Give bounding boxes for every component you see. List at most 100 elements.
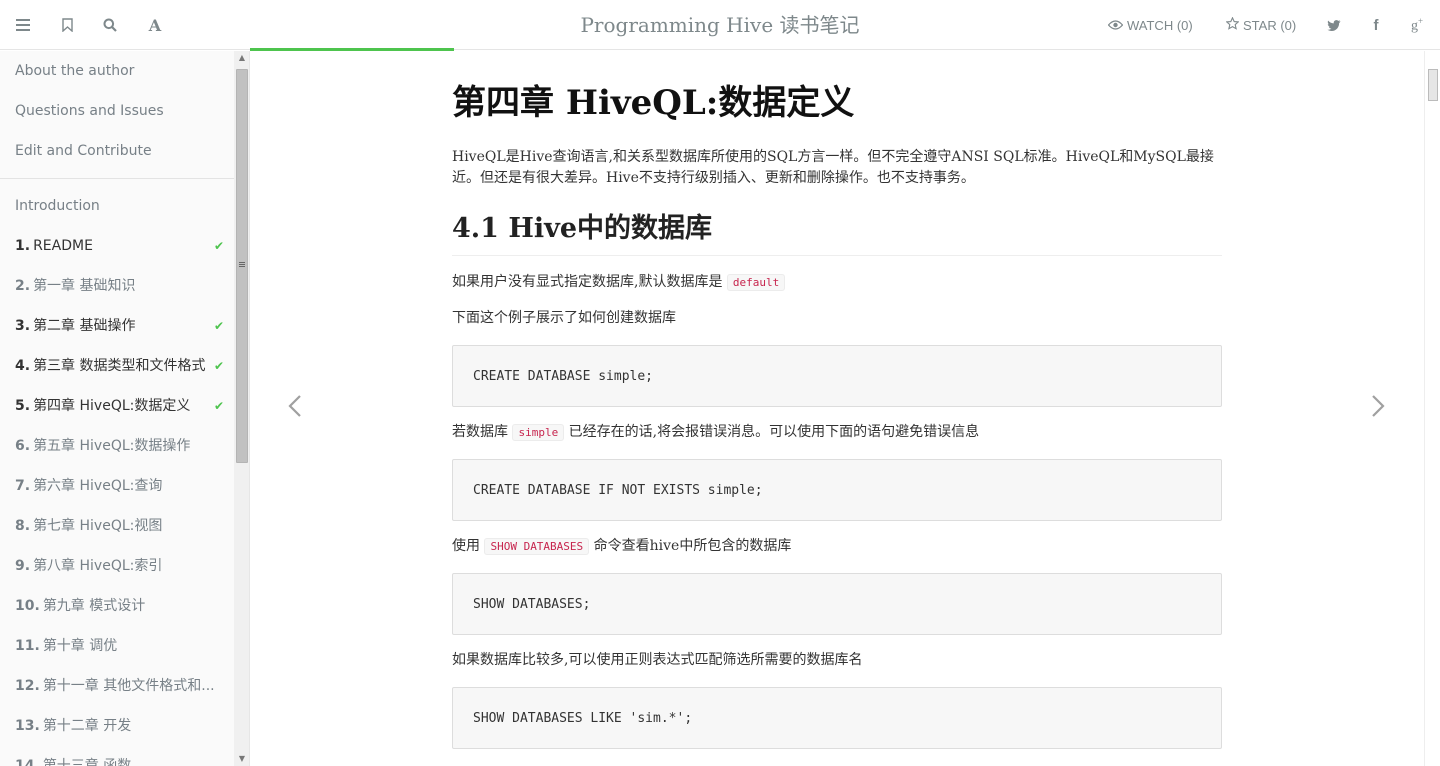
paragraph-text: 命令查看hive中所包含的数据库: [593, 538, 792, 554]
toc-item-label: 第八章 HiveQL:索引: [33, 558, 163, 574]
sidebar-scroll-thumb[interactable]: [236, 69, 248, 463]
toc-item-label: README: [33, 238, 93, 254]
font-settings-button[interactable]: A: [142, 0, 168, 50]
toc-item[interactable]: 14. 第十三章 函数: [0, 746, 234, 766]
inline-code: simple: [512, 424, 565, 441]
toc-item-number: 9.: [15, 558, 31, 574]
about-author-link[interactable]: About the author: [0, 51, 234, 91]
toc-item-number: 10.: [15, 598, 40, 614]
section-heading: 4.1 Hive中的数据库: [452, 209, 1222, 256]
checkmark-icon: ✔: [213, 319, 224, 333]
chapter-title: 第四章 HiveQL:数据定义: [452, 83, 855, 123]
code-block: CREATE DATABASE IF NOT EXISTS simple;: [452, 459, 1222, 521]
toc-item[interactable]: 2. 第一章 基础知识: [0, 266, 234, 306]
toc-item[interactable]: 5. 第四章 HiveQL:数据定义 ✔: [0, 386, 234, 426]
toc-item[interactable]: 11. 第十章 调优: [0, 626, 234, 666]
checkmark-icon: ✔: [213, 239, 224, 253]
toc-item-number: 14.: [15, 758, 40, 766]
toc-item-label: 第五章 HiveQL:数据操作: [33, 438, 191, 454]
toc-item-label: 第十三章 函数: [42, 758, 132, 766]
paragraph-show-databases: 使用 SHOW DATABASES 命令查看hive中所包含的数据库: [452, 536, 1222, 557]
toc-item-number: 2.: [15, 278, 31, 294]
toc-item[interactable]: 7. 第六章 HiveQL:查询: [0, 466, 234, 506]
toc-item-label: 第二章 基础操作: [33, 318, 136, 334]
toc-item-label: 第十一章 其他文件格式和...: [42, 678, 215, 694]
twitter-share-button[interactable]: [1322, 0, 1346, 50]
toc-item[interactable]: 9. 第八章 HiveQL:索引: [0, 546, 234, 586]
top-header: A Programming Hive 读书笔记 WATCH (0) STAR (…: [0, 0, 1440, 50]
paragraph-text: 若数据库: [452, 424, 508, 440]
facebook-share-button[interactable]: f: [1365, 0, 1387, 50]
toc-item[interactable]: 12. 第十一章 其他文件格式和...: [0, 666, 234, 706]
paragraph-text: 如果用户没有显式指定数据库,默认数据库是: [452, 274, 723, 290]
toc-item[interactable]: 3. 第二章 基础操作 ✔: [0, 306, 234, 346]
checkmark-icon: ✔: [213, 399, 224, 413]
toc-item-label: 第十章 调优: [42, 638, 118, 654]
watch-label: WATCH (0): [1127, 17, 1193, 33]
code-block: CREATE DATABASE simple;: [452, 345, 1222, 407]
bookmark-button[interactable]: [54, 0, 80, 50]
toc-item-number: 13.: [15, 718, 40, 734]
toc-item-label: 第一章 基础知识: [33, 278, 136, 294]
scroll-up-arrow[interactable]: ▲: [234, 51, 249, 65]
toc-item-label: 第三章 数据类型和文件格式: [33, 358, 206, 374]
chevron-left-icon: [288, 394, 302, 425]
next-page-button[interactable]: [1363, 391, 1393, 427]
eye-icon: [1107, 18, 1124, 33]
toc-item-number: 8.: [15, 518, 31, 534]
questions-issues-link[interactable]: Questions and Issues: [0, 91, 234, 131]
toc-item-number: 5.: [15, 398, 31, 414]
toc-toggle-button[interactable]: [10, 0, 36, 50]
intro-paragraph: HiveQL是Hive查询语言,和关系型数据库所使用的SQL方言一样。但不完全遵…: [452, 149, 1214, 186]
menu-icon: [16, 19, 30, 31]
toc-item[interactable]: 8. 第七章 HiveQL:视图: [0, 506, 234, 546]
star-label: STAR (0): [1243, 17, 1297, 33]
toc-item-number: 1.: [15, 238, 31, 254]
toc-list: About the author Questions and Issues Ed…: [0, 51, 234, 766]
page-scroll-thumb[interactable]: [1428, 69, 1438, 101]
search-icon: [103, 18, 117, 32]
chevron-right-icon: [1371, 394, 1385, 425]
inline-code: SHOW DATABASES: [484, 538, 590, 555]
facebook-icon: f: [1373, 16, 1379, 34]
font-icon: A: [148, 15, 162, 35]
search-button[interactable]: [97, 0, 123, 50]
toc-chapter-list: 1. README ✔ 2. 第一章 基础知识 3. 第二章 基础操作 ✔ 4. 第三章 数据类型…: [0, 226, 234, 766]
checkmark-icon: ✔: [213, 359, 224, 373]
toc-item[interactable]: 13. 第十二章 开发: [0, 706, 234, 746]
toc-item-label: 第四章 HiveQL:数据定义: [33, 398, 191, 414]
toc-introduction[interactable]: Introduction: [0, 186, 234, 226]
google-plus-icon: g+: [1410, 15, 1424, 34]
toc-item-number: 6.: [15, 438, 31, 454]
toc-item-number: 4.: [15, 358, 31, 374]
paragraph-text: 已经存在的话,将会报错误消息。可以使用下面的语句避免错误信息: [568, 424, 980, 440]
toc-divider: [0, 178, 234, 179]
markdown-section: 第四章 HiveQL:数据定义 HiveQL是Hive查询语言,和关系型数据库所…: [452, 51, 1222, 749]
twitter-icon: [1327, 19, 1341, 31]
toc-item[interactable]: 10. 第九章 模式设计: [0, 586, 234, 626]
toc-item[interactable]: 6. 第五章 HiveQL:数据操作: [0, 426, 234, 466]
prev-page-button[interactable]: [280, 391, 310, 427]
toc-item-label: 第十二章 开发: [42, 718, 132, 734]
google-plus-share-button[interactable]: g+: [1405, 0, 1429, 50]
code-block: SHOW DATABASES LIKE 'sim.*';: [452, 687, 1222, 749]
scroll-down-arrow[interactable]: ▼: [234, 752, 249, 766]
sidebar-scrollbar[interactable]: ▲ ▼: [234, 51, 249, 766]
toc-item-number: 11.: [15, 638, 40, 654]
page-scrollbar[interactable]: [1424, 51, 1440, 766]
toc-item-label: 第九章 模式设计: [42, 598, 146, 614]
edit-contribute-link[interactable]: Edit and Contribute: [0, 131, 234, 171]
inline-code: default: [726, 274, 786, 291]
toc-item-number: 7.: [15, 478, 31, 494]
toc-item[interactable]: 4. 第三章 数据类型和文件格式 ✔: [0, 346, 234, 386]
paragraph-regex-filter: 如果数据库比较多,可以使用正则表达式匹配筛选所需要的数据库名: [452, 652, 863, 668]
star-button[interactable]: STAR (0): [1225, 0, 1297, 50]
toc-item[interactable]: 1. README ✔: [0, 226, 234, 266]
toc-item-number: 3.: [15, 318, 31, 334]
watch-button[interactable]: WATCH (0): [1107, 0, 1193, 50]
star-icon: [1225, 16, 1240, 33]
bookmark-icon: [61, 18, 73, 32]
toc-item-label: 第六章 HiveQL:查询: [33, 478, 163, 494]
code-block: SHOW DATABASES;: [452, 573, 1222, 635]
paragraph-default-db: 如果用户没有显式指定数据库,默认数据库是 default: [452, 272, 1222, 293]
